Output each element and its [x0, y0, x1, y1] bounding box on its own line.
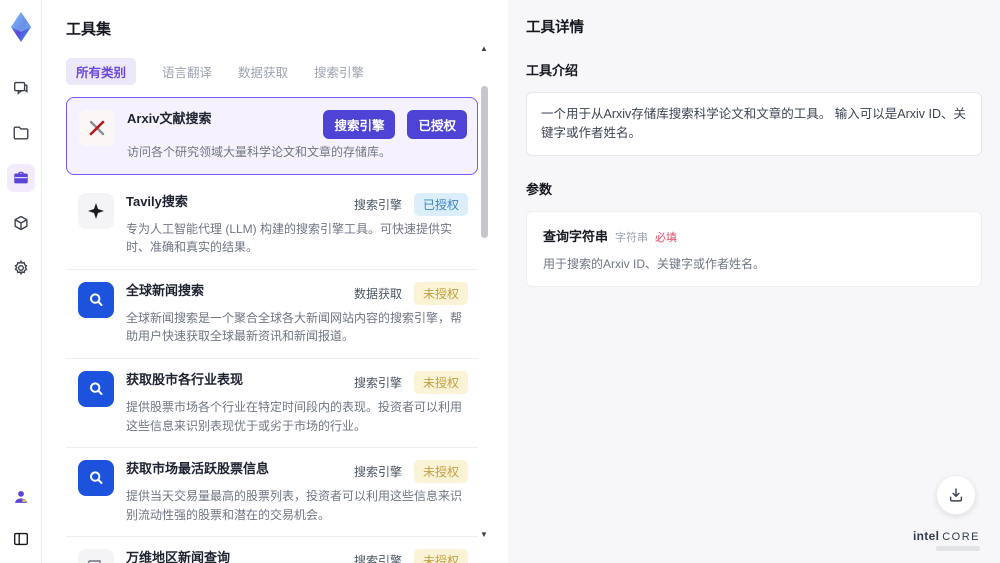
tool-list: Arxiv文献搜索 搜索引擎 已授权 访问各个研究领域大量科学论文和文章的存储库… — [66, 97, 478, 563]
tool-description: 全球新闻搜索是一个聚合全球各大新闻网站内容的搜索引擎，帮助用户快速获取全球最新资… — [126, 310, 463, 344]
auth-status-badge: 未授权 — [413, 549, 468, 563]
tool-description: 访问各个研究领域大量科学论文和文章的存储库。 — [127, 145, 392, 159]
tool-name: Arxiv文献搜索 — [127, 111, 212, 126]
icon-rail — [0, 0, 42, 563]
category-label: 搜索引擎 — [353, 197, 402, 212]
cube-icon — [13, 215, 28, 231]
tool-intro-text: 一个用于从Arxiv存储库搜索科学论文和文章的工具。 输入可以是Arxiv ID… — [526, 92, 982, 156]
param-description: 用于搜索的Arxiv ID、关键字或作者姓名。 — [543, 256, 766, 271]
category-label: 搜索引擎 — [353, 465, 402, 480]
intro-heading: 工具介绍 — [526, 63, 579, 78]
params-heading: 参数 — [526, 181, 553, 197]
tool-name: 万维地区新闻查询 — [126, 550, 231, 563]
sidebar-item-tools[interactable] — [6, 164, 35, 192]
auth-status-badge: 已授权 — [413, 192, 468, 216]
auth-status-badge: 未授权 — [413, 281, 468, 305]
category-tabs: 所有类别 语言翻译 数据获取 搜索引擎 — [66, 58, 500, 85]
tool-description: 提供当天交易量最高的股票列表，投资者可以利用这些信息来识别流动性强的股票和潜在的… — [126, 489, 463, 522]
tool-description: 提供股票市场各个行业在特定时间段内的表现。投资者可以利用这些信息来识别表现优于或… — [126, 399, 463, 433]
intel-core-logo: intel CORE — [913, 528, 980, 551]
tool-details-panel: 工具详情 工具介绍 一个用于从Arxiv存储库搜索科学论文和文章的工具。 输入可… — [508, 0, 1000, 563]
tool-name: 获取市场最活跃股票信息 — [126, 461, 270, 477]
parameter-card: 查询字符串 字符串 必填 用于搜索的Arxiv ID、关键字或作者姓名。 — [526, 210, 982, 287]
stock-sector-icon — [78, 370, 114, 407]
download-button[interactable] — [936, 475, 976, 515]
scrollbar-thumb[interactable] — [481, 86, 488, 238]
scroll-down-icon[interactable]: ▼ — [480, 530, 488, 539]
chat-icon — [13, 81, 28, 95]
intel-logo-subline — [936, 546, 980, 551]
app-logo-icon — [10, 12, 31, 42]
tools-panel: 工具集 所有类别 语言翻译 数据获取 搜索引擎 Arxiv文献搜索 搜索引擎 已… — [42, 0, 500, 563]
tool-description: 专为人工智能代理 (LLM) 构建的搜索引擎工具。可快速提供实时、准确和真实的结… — [126, 221, 453, 255]
collapse-panel-icon — [13, 532, 28, 546]
category-label: 数据获取 — [353, 286, 402, 301]
scroll-up-icon[interactable]: ▲ — [480, 44, 488, 53]
tool-card-global-news[interactable]: 全球新闻搜索 数据获取 未授权 全球新闻搜索是一个聚合全球各大新闻网站内容的搜索… — [66, 269, 478, 359]
gear-icon — [14, 260, 27, 276]
regional-news-icon — [78, 549, 114, 563]
sidebar-item-chat[interactable] — [7, 74, 35, 102]
news-search-icon — [78, 281, 114, 318]
category-badge: 搜索引擎 — [323, 110, 396, 139]
tool-name: 全球新闻搜索 — [126, 282, 205, 298]
briefcase-icon — [13, 171, 28, 184]
rail-bottom — [7, 483, 35, 553]
auth-status-badge: 未授权 — [413, 460, 468, 484]
page-title: 工具集 — [66, 21, 112, 38]
tool-card-tavily[interactable]: Tavily搜索 搜索引擎 已授权 专为人工智能代理 (LLM) 构建的搜索引擎… — [66, 180, 478, 270]
core-brand-text: CORE — [942, 530, 980, 543]
param-type: 字符串 — [615, 231, 649, 244]
app-window: 工具集 所有类别 语言翻译 数据获取 搜索引擎 Arxiv文献搜索 搜索引擎 已… — [0, 0, 1000, 563]
list-scrollbar[interactable]: ▲ ▼ — [480, 44, 488, 539]
intel-brand-text: intel — [913, 528, 940, 543]
collapse-sidebar-button[interactable] — [7, 525, 35, 553]
tool-name: Tavily搜索 — [126, 193, 188, 209]
sidebar-item-files[interactable] — [7, 119, 35, 147]
arxiv-icon — [79, 110, 115, 146]
folder-icon — [13, 126, 28, 140]
tab-search-engine[interactable]: 搜索引擎 — [314, 62, 364, 81]
tab-language-translation[interactable]: 语言翻译 — [162, 62, 212, 81]
panel-divider — [500, 0, 508, 563]
active-stocks-icon — [78, 460, 114, 497]
details-title: 工具详情 — [526, 20, 584, 36]
tool-card-active-stocks[interactable]: 获取市场最活跃股票信息 搜索引擎 未授权 提供当天交易量最高的股票列表，投资者可… — [66, 448, 478, 538]
tool-name: 获取股市各行业表现 — [126, 371, 244, 387]
param-name: 查询字符串 — [543, 228, 609, 244]
auth-status-badge: 已授权 — [407, 110, 467, 139]
category-label: 搜索引擎 — [353, 554, 402, 563]
auth-status-badge: 未授权 — [413, 370, 468, 394]
download-icon — [949, 488, 963, 502]
param-required-flag: 必填 — [655, 231, 678, 244]
tab-all-categories[interactable]: 所有类别 — [66, 58, 137, 85]
tool-card-arxiv[interactable]: Arxiv文献搜索 搜索引擎 已授权 访问各个研究领域大量科学论文和文章的存储库… — [66, 97, 478, 175]
rail-nav — [6, 74, 35, 282]
user-avatar[interactable] — [7, 483, 35, 511]
category-label: 搜索引擎 — [353, 375, 402, 390]
sidebar-item-settings[interactable] — [7, 254, 35, 282]
user-avatar-icon — [14, 490, 27, 503]
tool-card-stock-sectors[interactable]: 获取股市各行业表现 搜索引擎 未授权 提供股票市场各个行业在特定时间段内的表现。… — [66, 358, 478, 449]
tool-card-regional-news[interactable]: 万维地区新闻查询 搜索引擎 未授权 查询具体行政区划内的新闻，快速了解各地新闻动 — [66, 537, 478, 563]
tab-data-acquisition[interactable]: 数据获取 — [238, 62, 288, 81]
sidebar-item-packages[interactable] — [7, 209, 35, 237]
tavily-star-icon — [78, 192, 114, 229]
